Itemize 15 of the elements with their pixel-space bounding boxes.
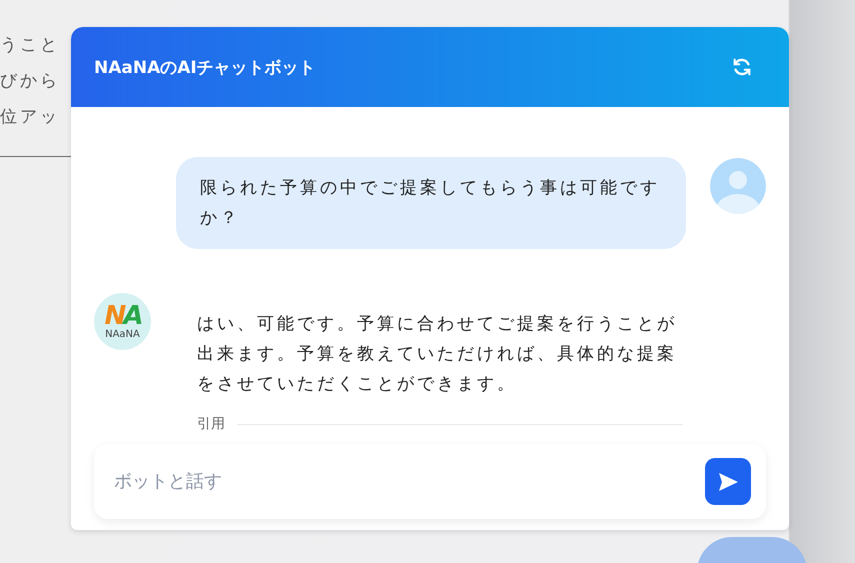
logo-caption: NAaNA: [105, 330, 140, 340]
logo-letter: A: [123, 301, 140, 331]
background-text: うこと: [0, 34, 60, 56]
chat-title: NAaNAのAIチャットボット: [94, 56, 316, 78]
bot-message: はい、可能です。予算に合わせてご提案を行うことが出来ます。予算を教えていただければ、具体的な提案をさせていただくことができます。: [197, 313, 678, 396]
background-text: びから: [0, 70, 60, 92]
user-message: 限られた予算の中でご提案してもらう事は可能ですか？: [176, 157, 686, 249]
background-text: 位アッ: [0, 106, 60, 128]
refresh-icon[interactable]: [731, 56, 753, 78]
citation-label: 引用: [197, 415, 225, 433]
send-icon: [717, 472, 739, 492]
message-input-field[interactable]: ボットと話す: [94, 444, 766, 519]
send-button[interactable]: [705, 458, 751, 505]
user-avatar-icon: [710, 158, 766, 214]
logo-letter: N: [104, 301, 124, 331]
